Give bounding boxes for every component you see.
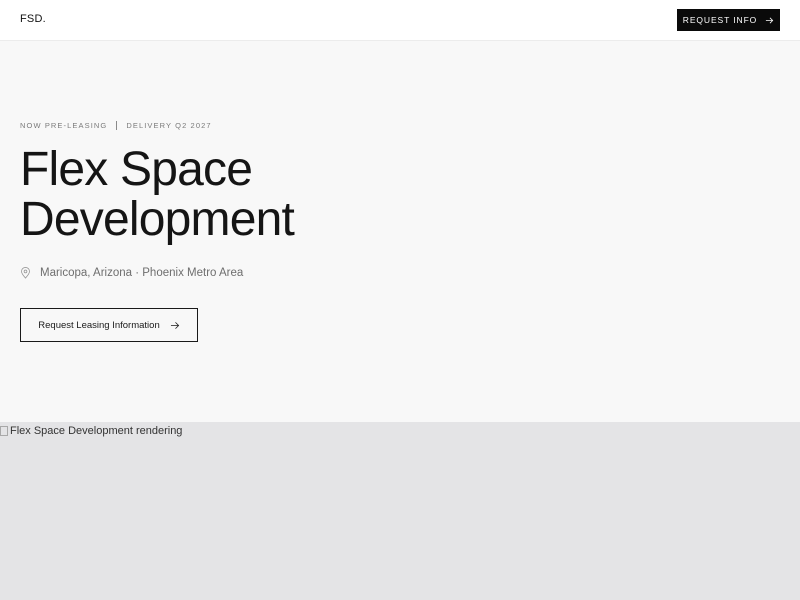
- site-header: FSD. REQUEST INFO: [0, 0, 800, 41]
- page-title-line-1: Flex Space: [20, 143, 253, 196]
- broken-image-icon: [0, 426, 8, 436]
- request-info-button[interactable]: REQUEST INFO: [677, 9, 780, 31]
- hero-section: NOW PRE-LEASING DELIVERY Q2 2027 Flex Sp…: [0, 41, 800, 422]
- request-info-label: REQUEST INFO: [682, 15, 758, 25]
- request-leasing-info-button[interactable]: Request Leasing Information: [20, 308, 198, 342]
- image-alt-text: Flex Space Development rendering: [10, 425, 183, 437]
- delivery-date: DELIVERY Q2 2027: [126, 121, 212, 130]
- eyebrow-divider: [116, 121, 118, 130]
- logo[interactable]: FSD.: [20, 13, 46, 25]
- arrow-right-icon: [766, 17, 774, 23]
- broken-image: Flex Space Development rendering: [0, 425, 182, 437]
- hero-eyebrow: NOW PRE-LEASING DELIVERY Q2 2027: [20, 121, 212, 130]
- location: Maricopa, Arizona · Phoenix Metro Area: [20, 267, 243, 279]
- pre-leasing-status: NOW PRE-LEASING: [20, 121, 108, 130]
- rendering-image: Flex Space Development rendering: [0, 422, 800, 600]
- map-pin-icon: [21, 267, 30, 279]
- page-title: Flex Space Development: [20, 143, 295, 246]
- request-leasing-info-label: Request Leasing Information: [38, 319, 160, 331]
- arrow-right-icon: [170, 321, 179, 329]
- page-title-line-2: Development: [20, 193, 295, 246]
- location-text: Maricopa, Arizona · Phoenix Metro Area: [40, 267, 244, 279]
